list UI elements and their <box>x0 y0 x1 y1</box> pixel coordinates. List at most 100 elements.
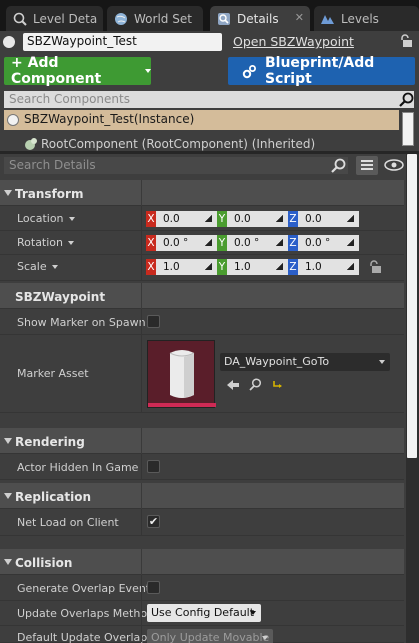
reset-to-default-icon[interactable] <box>271 379 283 393</box>
add-component-label: + Add Component <box>11 55 102 87</box>
tab-label: Level Deta <box>33 11 98 26</box>
y-axis-label: Y <box>217 259 227 275</box>
component-tree-item-root[interactable]: RootComponent (RootComponent) (Inherited… <box>4 132 399 152</box>
z-axis-label: Z <box>288 259 298 275</box>
net-load-checkbox[interactable]: ✔ <box>147 515 160 528</box>
rotation-y-field[interactable]: 0.0 ° <box>227 235 288 251</box>
scale-z-field[interactable]: 1.0 <box>298 259 359 275</box>
magnifier-icon <box>216 11 231 26</box>
property-actor-hidden: Actor Hidden In Game <box>0 454 404 480</box>
category-rendering[interactable]: Rendering <box>0 428 404 454</box>
browse-search-icon[interactable] <box>249 378 262 394</box>
property-generate-overlap: Generate Overlap Events <box>0 575 404 601</box>
category-replication[interactable]: Replication <box>0 483 404 509</box>
tab-label: Details <box>237 11 279 26</box>
property-show-marker: Show Marker on Spawn <box>0 309 404 335</box>
location-x-field[interactable]: 0.0 <box>156 211 217 227</box>
search-icon <box>12 11 27 26</box>
actor-instance-icon <box>7 114 19 126</box>
blueprint-script-button[interactable]: Blueprint/Add Script <box>228 55 415 87</box>
generate-overlap-checkbox[interactable] <box>147 581 160 594</box>
actor-name-field[interactable]: SBZWaypoint_Test <box>23 33 222 51</box>
actor-hidden-label: Actor Hidden In Game <box>17 461 139 474</box>
location-label[interactable]: Location <box>17 212 75 225</box>
default-update-value: Only Update Movable <box>151 631 270 643</box>
category-label: Collision <box>15 556 73 570</box>
category-label: Replication <box>15 490 92 504</box>
show-marker-checkbox[interactable] <box>147 315 160 328</box>
location-z-field[interactable]: 0.0 <box>298 211 359 227</box>
expand-arrow-icon <box>4 438 12 444</box>
update-overlaps-label: Update Overlaps Method <box>17 607 155 620</box>
property-scale: Scale X 1.0 Y 1.0 Z 1.0 <box>0 255 404 281</box>
rotation-z-field[interactable]: 0.0 ° <box>298 235 359 251</box>
component-label: RootComponent (RootComponent) (Inherited… <box>41 137 316 151</box>
blueprint-script-label: Blueprint/Add Script <box>265 55 375 87</box>
category-label: Transform <box>15 187 84 201</box>
category-sbzwaypoint[interactable]: SBZWaypoint <box>0 283 404 309</box>
scale-label[interactable]: Scale <box>17 260 58 273</box>
y-axis-label: Y <box>217 235 227 251</box>
property-rotation: Rotation X 0.0 ° Y 0.0 ° Z 0.0 ° <box>0 231 404 255</box>
actor-hidden-checkbox[interactable] <box>147 460 160 473</box>
rotation-label[interactable]: Rotation <box>17 236 75 249</box>
use-selected-arrow-icon[interactable] <box>226 379 240 394</box>
rotation-vector: X 0.0 ° Y 0.0 ° Z 0.0 ° <box>146 235 359 251</box>
rotation-x-field[interactable]: 0.0 ° <box>156 235 217 251</box>
details-scrollbar[interactable] <box>406 154 419 643</box>
levels-icon <box>320 11 335 26</box>
lock-icon[interactable] <box>399 34 413 51</box>
search-icon <box>331 158 346 176</box>
x-axis-label: X <box>146 235 156 251</box>
show-marker-label: Show Marker on Spawn <box>17 316 146 329</box>
component-tree-scrollbar[interactable] <box>402 112 414 146</box>
close-icon[interactable]: ✕ <box>295 11 304 24</box>
component-label: SBZWaypoint_Test(Instance) <box>24 112 195 126</box>
marker-asset-label: Marker Asset <box>17 367 89 380</box>
z-axis-label: Z <box>288 235 298 251</box>
property-net-load: Net Load on Client ✔ <box>0 509 404 536</box>
search-components-input[interactable]: Search Components <box>4 91 414 108</box>
tab-label: Levels <box>341 11 379 26</box>
chevron-down-icon <box>250 611 256 615</box>
scale-y-field[interactable]: 1.0 <box>227 259 288 275</box>
property-location: Location X 0.0 Y 0.0 Z 0.0 <box>0 206 404 231</box>
location-y-field[interactable]: 0.0 <box>227 211 288 227</box>
default-update-combo[interactable]: Only Update Movable <box>147 629 273 643</box>
net-load-label: Net Load on Client <box>17 516 119 529</box>
component-tree-item-instance[interactable]: SBZWaypoint_Test(Instance) <box>4 110 399 130</box>
actor-radio[interactable] <box>3 36 15 48</box>
scrollbar-thumb[interactable] <box>407 154 417 458</box>
expand-arrow-icon <box>4 559 12 565</box>
category-transform[interactable]: Transform <box>0 180 404 206</box>
add-component-button[interactable]: + Add Component <box>4 55 151 87</box>
chevron-down-icon <box>379 360 385 364</box>
category-collision[interactable]: Collision <box>0 549 404 575</box>
expand-arrow-icon <box>4 190 12 196</box>
category-label: Rendering <box>15 435 85 449</box>
category-label: SBZWaypoint <box>15 290 106 304</box>
asset-preview-icon <box>148 350 216 407</box>
update-overlaps-combo[interactable]: Use Config Default <box>147 604 261 622</box>
panel-splitter[interactable] <box>0 151 419 154</box>
y-axis-label: Y <box>217 211 227 227</box>
globe-icon <box>113 11 128 26</box>
tab-world-settings[interactable]: World Set <box>107 6 203 31</box>
chevron-down-icon <box>68 217 75 221</box>
search-icon <box>399 92 414 110</box>
tab-levels[interactable]: Levels <box>314 6 419 31</box>
search-details-input[interactable]: Search Details <box>4 157 348 174</box>
chevron-down-icon <box>68 241 75 245</box>
scale-x-field[interactable]: 1.0 <box>156 259 217 275</box>
scale-lock-icon[interactable] <box>368 260 382 277</box>
scale-vector: X 1.0 Y 1.0 Z 1.0 <box>146 259 359 275</box>
property-matrix-icon[interactable] <box>356 156 378 175</box>
property-marker-asset: Marker Asset DA_Waypoint_GoTo <box>0 335 404 413</box>
gears-icon <box>242 64 257 79</box>
tab-level-details[interactable]: Level Deta <box>6 6 103 31</box>
marker-asset-combo[interactable]: DA_Waypoint_GoTo <box>220 353 390 371</box>
tab-details[interactable]: Details ✕ <box>210 6 310 31</box>
open-blueprint-link[interactable]: Open SBZWaypoint <box>233 34 354 49</box>
z-axis-label: Z <box>288 211 298 227</box>
asset-thumbnail[interactable] <box>147 340 216 408</box>
